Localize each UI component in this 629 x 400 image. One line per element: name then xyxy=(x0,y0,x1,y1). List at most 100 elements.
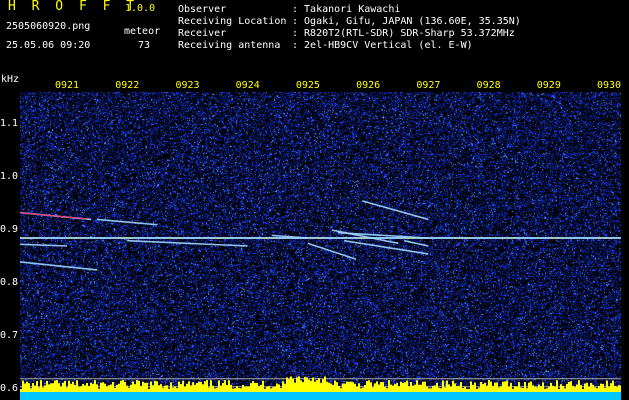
noise-floor-bar xyxy=(498,387,500,392)
noise-floor-bar xyxy=(70,383,72,392)
noise-floor-bar xyxy=(230,384,232,392)
noise-floor-bar xyxy=(132,381,134,392)
noise-floor-bar xyxy=(478,387,480,392)
noise-floor-bar xyxy=(608,386,610,392)
noise-floor-bar xyxy=(154,380,156,392)
time-tick-label: 0922 xyxy=(115,80,140,91)
noise-floor-bar xyxy=(556,380,558,392)
noise-floor-bar xyxy=(158,385,160,392)
noise-floor-bar xyxy=(64,380,66,392)
noise-floor-bar xyxy=(542,382,544,392)
noise-floor-bar xyxy=(94,380,96,392)
noise-floor-bar xyxy=(418,384,420,392)
noise-floor-bar xyxy=(470,381,472,392)
meta-row-location: Receiving Location : Ogaki, Gifu, JAPAN … xyxy=(178,16,521,28)
noise-floor-bar xyxy=(398,386,400,392)
spectrogram xyxy=(20,92,621,400)
noise-floor-bar xyxy=(580,385,582,392)
noise-floor-bar xyxy=(114,388,116,392)
noise-floor-bar xyxy=(86,383,88,392)
noise-floor-bar xyxy=(194,384,196,392)
meta-row-observer: Observer : Takanori Kawachi xyxy=(178,4,521,16)
meteor-trace xyxy=(404,239,429,247)
noise-floor-bar xyxy=(204,381,206,392)
noise-floor-bar xyxy=(224,380,226,392)
noise-floor-bar xyxy=(532,385,534,392)
noise-floor-bar xyxy=(40,380,42,392)
noise-floor-bar xyxy=(130,384,132,392)
noise-floor-bar xyxy=(420,384,422,392)
noise-floor-bar xyxy=(484,382,486,392)
noise-floor-bar xyxy=(466,388,468,392)
noise-floor-bar xyxy=(472,384,474,392)
noise-floor-bar xyxy=(456,386,458,392)
noise-floor-bar xyxy=(450,386,452,392)
noise-floor-bar xyxy=(346,381,348,392)
noise-floor-bar xyxy=(24,383,26,392)
noise-floor-bar xyxy=(480,381,482,392)
noise-floor-bar xyxy=(108,385,110,392)
noise-floor-bar xyxy=(370,382,372,392)
noise-floor-bar xyxy=(598,385,600,392)
noise-floor-bar xyxy=(378,384,380,392)
noise-floor-bar xyxy=(446,380,448,392)
noise-floor-bar xyxy=(430,388,432,392)
noise-floor-bar xyxy=(106,386,108,392)
meta-value: : 2el-HB9CV Vertical (el. E-W) xyxy=(292,40,473,51)
noise-floor-bar xyxy=(52,383,54,392)
noise-floor-bar xyxy=(582,388,584,392)
noise-floor-bar xyxy=(572,385,574,392)
meta-row-receiver: Receiver : R820T2(RTL-SDR) SDR-Sharp 53.… xyxy=(178,28,521,40)
noise-floor-bar xyxy=(146,382,148,392)
noise-floor-bar xyxy=(180,384,182,392)
noise-floor-bar xyxy=(136,380,138,392)
noise-floor-bar xyxy=(252,381,254,392)
meteor-label: meteor xyxy=(124,26,161,37)
meta-value: : Ogaki, Gifu, JAPAN (136.60E, 35.35N) xyxy=(292,16,521,27)
noise-floor-bar xyxy=(516,386,518,392)
noise-floor-bar xyxy=(554,386,556,392)
noise-floor-bar xyxy=(394,384,396,392)
noise-floor-bar xyxy=(320,382,322,392)
noise-floor-bar xyxy=(216,387,218,392)
noise-floor-bar xyxy=(396,382,398,392)
noise-floor-bar xyxy=(602,383,604,392)
noise-floor-bar xyxy=(190,385,192,392)
noise-floor-bar xyxy=(506,380,508,392)
noise-floor-bar xyxy=(232,388,234,392)
noise-floor-bar xyxy=(356,386,358,392)
noise-floor-bar xyxy=(168,388,170,392)
time-tick-label: 0925 xyxy=(295,80,320,91)
meteor-trace xyxy=(361,200,429,221)
app-logo: H R O F F T xyxy=(8,0,139,14)
noise-floor-bar xyxy=(104,383,106,392)
noise-floor-bar xyxy=(354,383,356,392)
noise-floor-bar xyxy=(162,387,164,392)
noise-floor-bar xyxy=(38,387,40,392)
noise-floor-bar xyxy=(526,388,528,392)
time-tick-label: 0921 xyxy=(55,80,80,91)
noise-floor-bar xyxy=(590,382,592,392)
noise-floor-bar xyxy=(96,384,98,392)
noise-floor-bar xyxy=(458,385,460,392)
noise-floor-bar xyxy=(546,388,548,392)
noise-floor-bar xyxy=(482,384,484,392)
noise-floor-bar xyxy=(212,385,214,392)
noise-floor-bar xyxy=(412,385,414,392)
noise-floor-bar xyxy=(530,381,532,392)
noise-floor-bar xyxy=(508,386,510,392)
noise-floor-bar xyxy=(340,388,342,392)
meteor-trace xyxy=(97,218,158,226)
noise-floor-bar xyxy=(432,386,434,392)
noise-floor-bar xyxy=(344,383,346,392)
noise-floor-bar xyxy=(560,384,562,392)
noise-floor-bar xyxy=(98,388,100,392)
noise-floor-bar xyxy=(248,386,250,392)
noise-floor-bar xyxy=(44,385,46,392)
noise-floor-bar xyxy=(612,380,614,392)
noise-floor-bar xyxy=(336,382,338,392)
meteor-trace xyxy=(307,242,357,261)
meta-label: Receiving Location xyxy=(178,16,287,27)
noise-floor-bar xyxy=(606,380,608,392)
noise-floor-bar xyxy=(20,388,22,392)
